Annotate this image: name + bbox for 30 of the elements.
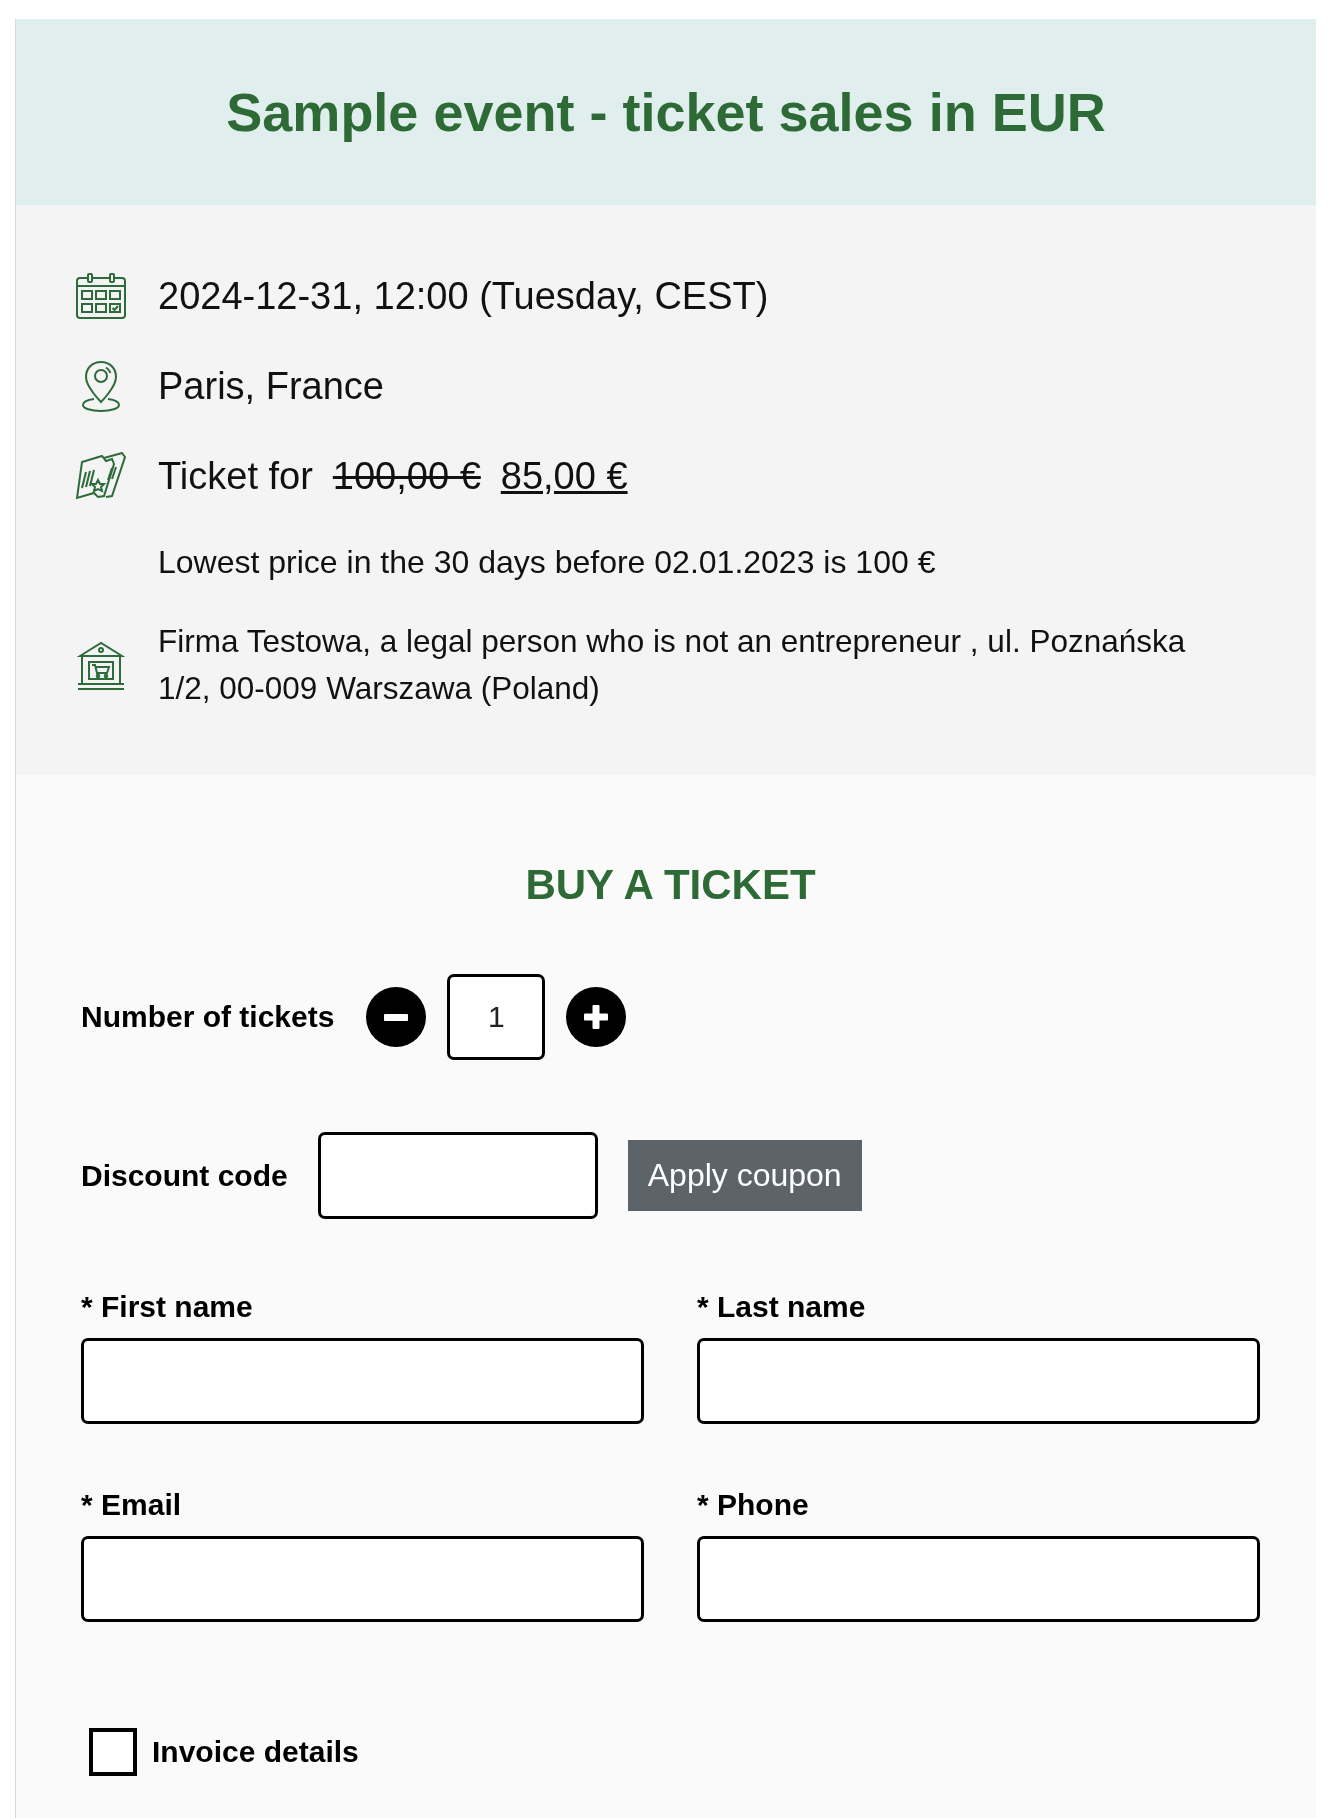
discount-label: Discount code: [81, 1158, 288, 1193]
map-pin-icon: [82, 360, 120, 412]
tickets-icon: [76, 452, 126, 500]
old-price: 100,00 €: [332, 455, 481, 497]
calendar-icon: [76, 273, 126, 319]
organizer-address: Firma Testowa, a legal person who is not an entrepreneur , ul. Poznańska 1/2, 00-009 Warszawa (Poland): [158, 622, 1187, 708]
lowest-price-note: Lowest price in the 30 days before 02.01.2023 is 100 €: [158, 544, 936, 580]
event-date: 2024-12-31, 12:00 (Tuesday, CEST): [158, 274, 769, 319]
input-field[interactable]: [697, 1338, 1260, 1424]
field-label: * Phone: [697, 1487, 810, 1523]
quantity-label: Number of tickets: [81, 1000, 335, 1034]
discounted-price: 85,00 €: [500, 455, 628, 497]
ticket-label: Ticket for: [158, 455, 313, 497]
field-label: * Email: [81, 1487, 183, 1523]
minus-icon: [384, 1013, 409, 1021]
field-label: * Last name: [697, 1289, 867, 1325]
event-location: Paris, France: [158, 364, 384, 409]
input-field[interactable]: [697, 1536, 1260, 1622]
plus-icon: [584, 1005, 609, 1029]
apply-coupon-button[interactable]: Apply coupon: [627, 1140, 862, 1211]
invoice-checkbox[interactable]: [89, 1728, 137, 1776]
field-label: * First name: [81, 1289, 254, 1325]
invoice-label[interactable]: Invoice details: [152, 1735, 359, 1769]
input-field[interactable]: [81, 1536, 644, 1622]
discount-code-field[interactable]: [317, 1132, 598, 1219]
section-title: BUY A TICKET: [524, 862, 817, 908]
quantity-field[interactable]: 1: [447, 974, 546, 1060]
input-field[interactable]: [81, 1338, 644, 1424]
shop-cart-icon: [77, 640, 125, 690]
event-title: Sample event - ticket sales in EUR: [226, 80, 1106, 144]
